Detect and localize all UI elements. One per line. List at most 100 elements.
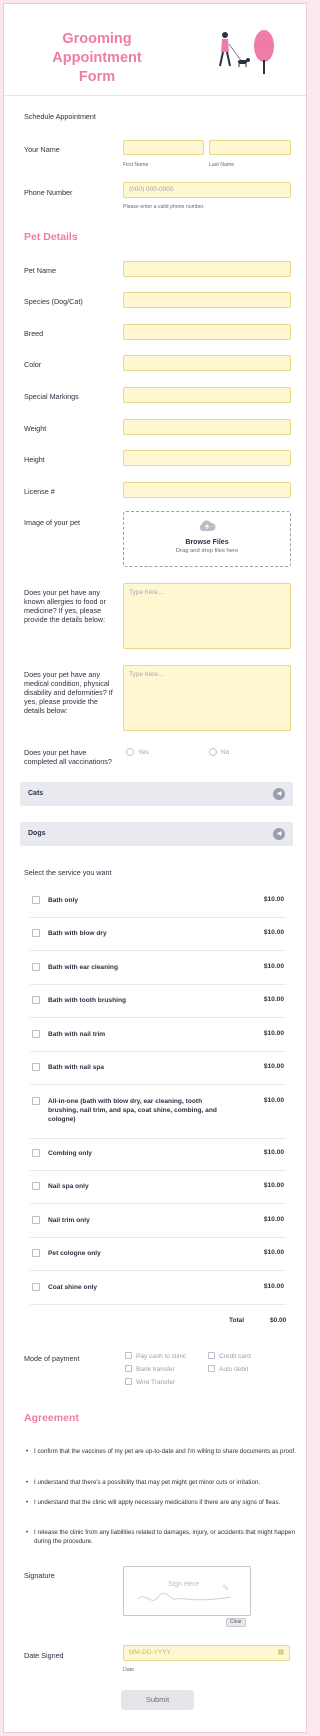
service-item[interactable]: Bath with blow dry $10.00	[30, 929, 286, 951]
service-price: $10.00	[263, 963, 284, 970]
medical-textarea[interactable]: Type here...	[123, 665, 291, 731]
service-checkbox[interactable]	[32, 1149, 40, 1157]
submit-button[interactable]: Submit	[121, 1690, 194, 1710]
signature-pad[interactable]: Sign Here ✎	[123, 1566, 251, 1616]
checkbox[interactable]	[125, 1378, 132, 1385]
last-name-input[interactable]	[209, 140, 291, 155]
payment-option-credit-card[interactable]: Credit card	[208, 1352, 251, 1360]
height-label: Height	[24, 455, 45, 464]
service-price: $10.00	[263, 1063, 284, 1070]
service-checkbox[interactable]	[32, 1216, 40, 1224]
service-heading: Select the service you want	[24, 868, 112, 877]
breed-label: Breed	[24, 329, 44, 338]
service-price: $10.00	[263, 1149, 284, 1156]
calendar-icon[interactable]: ▦	[277, 1646, 284, 1660]
drag-drop-text: Drag and drop files here	[175, 548, 239, 554]
service-name: Bath only	[48, 897, 79, 904]
clear-signature-button[interactable]: Clear	[226, 1618, 246, 1627]
service-item[interactable]: Bath with nail trim $10.00	[30, 1030, 286, 1052]
agreement-item: I understand that the clinic will apply …	[26, 1498, 296, 1507]
allergy-question-label: Does your pet have any known allergies t…	[24, 588, 106, 624]
payment-option-label: Bank transfer	[136, 1366, 175, 1373]
special-markings-input[interactable]	[123, 387, 291, 403]
service-item[interactable]: All-in-one (bath with blow dry, ear clea…	[30, 1097, 286, 1139]
your-name-label: Your Name	[24, 145, 60, 154]
service-checkbox[interactable]	[32, 1249, 40, 1257]
service-checkbox[interactable]	[32, 1283, 40, 1291]
browse-files-title: Browse Files	[185, 539, 229, 546]
service-checkbox[interactable]	[32, 963, 40, 971]
checkbox[interactable]	[208, 1365, 215, 1372]
date-sublabel: Date	[123, 1667, 134, 1673]
license-input[interactable]	[123, 482, 291, 498]
service-price: $10.00	[263, 996, 284, 1003]
payment-option-auto-debit[interactable]: Auto debit	[208, 1365, 248, 1373]
total-value: $0.00	[270, 1317, 287, 1324]
service-checkbox[interactable]	[32, 996, 40, 1004]
dogs-section-toggle[interactable]: Dogs ◀	[20, 822, 293, 846]
weight-input[interactable]	[123, 419, 291, 435]
schedule-heading: Schedule Appointment	[24, 112, 96, 121]
service-checkbox[interactable]	[32, 1182, 40, 1190]
service-item[interactable]: Bath with ear cleaning $10.00	[30, 963, 286, 985]
service-checkbox[interactable]	[32, 1063, 40, 1071]
height-input[interactable]	[123, 450, 291, 466]
allergy-textarea[interactable]: Type here...	[123, 583, 291, 649]
dogs-section-title: Dogs	[28, 830, 46, 837]
phone-input[interactable]: (000) 000-0000	[123, 182, 291, 198]
service-name: Bath with nail spa	[48, 1064, 105, 1071]
agreement-item: I confirm that the vaccines of my pet ar…	[26, 1447, 296, 1456]
service-item[interactable]: Bath with nail spa $10.00	[30, 1063, 286, 1085]
service-item[interactable]: Bath only $10.00	[30, 896, 286, 918]
service-name: Nail spa only	[48, 1183, 89, 1190]
service-checkbox[interactable]	[32, 896, 40, 904]
first-name-sublabel: First Name	[123, 162, 149, 168]
service-checkbox[interactable]	[32, 1097, 40, 1105]
payment-option-cash[interactable]: Pay cash to clinic	[125, 1352, 186, 1360]
cats-section-toggle[interactable]: Cats ◀	[20, 782, 293, 806]
checkbox[interactable]	[125, 1352, 132, 1359]
species-label: Species (Dog/Cat)	[24, 297, 83, 306]
service-item[interactable]: Nail trim only $10.00	[30, 1216, 286, 1238]
service-name: Combing only	[48, 1150, 92, 1157]
payment-option-bank-transfer[interactable]: Bank transfer	[125, 1365, 175, 1373]
vaccination-question-label: Does your pet have completed all vaccina…	[24, 748, 112, 766]
pet-name-input[interactable]	[123, 261, 291, 277]
dog-walker-illustration	[219, 30, 274, 74]
payment-label: Mode of payment	[24, 1354, 80, 1363]
service-item[interactable]: Combing only $10.00	[30, 1149, 286, 1171]
cloud-upload-icon	[199, 520, 216, 531]
service-name: Bath with ear cleaning	[48, 964, 118, 971]
color-label: Color	[24, 360, 42, 369]
form-container: Grooming Appointment Form Schedule Appoi…	[3, 3, 307, 1733]
collapse-arrow-icon: ◀	[273, 788, 285, 800]
first-name-input[interactable]	[123, 140, 204, 155]
service-item[interactable]: Nail spa only $10.00	[30, 1182, 286, 1204]
service-name: All-in-one (bath with blow dry, ear clea…	[48, 1098, 217, 1123]
agreement-title: Agreement	[24, 1412, 79, 1424]
service-checkbox[interactable]	[32, 929, 40, 937]
date-input[interactable]: MM-DD-YYYY ▦	[123, 1645, 290, 1661]
checkbox[interactable]	[125, 1365, 132, 1372]
payment-option-wire-transfer[interactable]: Wire Transfer	[125, 1378, 175, 1386]
species-input[interactable]	[123, 292, 291, 308]
service-price: $10.00	[263, 1097, 284, 1104]
vaccination-no-radio[interactable]	[209, 748, 217, 756]
breed-input[interactable]	[123, 324, 291, 340]
agreement-item: I understand that there's a possibility …	[26, 1478, 296, 1487]
service-price: $10.00	[263, 1182, 284, 1189]
service-item[interactable]: Bath with tooth brushing $10.00	[30, 996, 286, 1018]
service-price: $10.00	[263, 896, 284, 903]
pet-name-label: Pet Name	[24, 266, 56, 275]
vaccination-no-label: No	[221, 749, 230, 756]
vaccination-yes-radio[interactable]	[126, 748, 134, 756]
color-input[interactable]	[123, 355, 291, 371]
checkbox[interactable]	[208, 1352, 215, 1359]
file-upload-dropzone[interactable]: Browse Files Drag and drop files here	[123, 511, 291, 567]
service-item[interactable]: Coat shine only $10.00	[30, 1283, 286, 1305]
service-item[interactable]: Pet cologne only $10.00	[30, 1249, 286, 1271]
date-signed-label: Date Signed	[24, 1651, 64, 1660]
service-price: $10.00	[263, 1283, 284, 1290]
payment-option-label: Pay cash to clinic	[136, 1353, 187, 1360]
service-checkbox[interactable]	[32, 1030, 40, 1038]
